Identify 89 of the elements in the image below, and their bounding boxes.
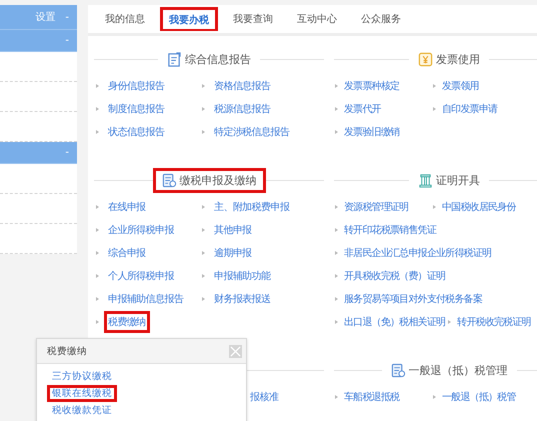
section-heading: 证明开具 [409, 168, 489, 192]
bullet-icon [96, 130, 99, 134]
bullet-icon [433, 394, 436, 398]
bullet-icon [202, 130, 205, 134]
bullet-icon [335, 274, 338, 278]
bullet-icon [335, 84, 338, 88]
service-link[interactable]: 发票领用 [440, 76, 481, 96]
service-link[interactable]: 综合申报 [104, 242, 150, 264]
bullet-icon [335, 106, 338, 110]
service-link[interactable]: 出口退（免）税相关证明 [342, 312, 448, 332]
bullet-icon [335, 228, 338, 232]
bullet-icon [433, 106, 436, 110]
service-link[interactable]: 财务报表报送 [210, 288, 274, 310]
section-heading: 一般退（抵）税管理 [382, 358, 516, 382]
bullet-icon [96, 106, 99, 110]
bullet-icon [96, 84, 99, 88]
service-link[interactable]: 一般退（抵）税管 [440, 386, 518, 406]
service-link[interactable]: 报核准 [246, 386, 282, 408]
bullet-icon [433, 204, 436, 208]
service-link[interactable]: 状态信息报告 [104, 120, 168, 142]
service-link[interactable]: 转开税收完税证明 [455, 312, 533, 332]
service-link[interactable]: 税源信息报告 [210, 98, 274, 120]
service-link[interactable]: 制度信息报告 [104, 98, 168, 120]
bullet-icon [335, 250, 338, 254]
tab[interactable]: 我要办税 [160, 7, 218, 31]
service-link[interactable]: 身份信息报告 [104, 74, 168, 96]
service-link[interactable]: 特定涉税信息报告 [210, 120, 294, 142]
service-link[interactable]: 企业所得税申报 [104, 218, 178, 240]
popup-link[interactable]: 三方协议缴税 [47, 368, 117, 385]
service-link[interactable]: 个人所得税申报 [104, 264, 178, 286]
bullet-icon [335, 320, 338, 324]
bullet-icon [96, 250, 99, 254]
bullet-icon [433, 84, 436, 88]
bullet-icon [96, 320, 99, 324]
service-link[interactable]: 发票代开 [342, 98, 383, 118]
service-link[interactable]: 服务贸易等项目对外支付税务备案 [342, 288, 484, 308]
bullet-icon [202, 296, 205, 300]
bullet-icon [202, 106, 205, 110]
service-link[interactable]: 其他申报 [210, 218, 256, 240]
service-link[interactable]: 车船税退抵税 [342, 386, 402, 406]
yen-icon [418, 52, 433, 66]
bullet-icon [335, 130, 338, 134]
sidebar-group-header[interactable]: - [0, 30, 77, 52]
service-link[interactable]: 逾期申报 [210, 242, 256, 264]
close-icon [230, 346, 241, 356]
bullet-icon [202, 84, 205, 88]
bullet-icon [202, 274, 205, 278]
form-icon [162, 172, 176, 188]
bullet-icon [202, 250, 205, 254]
tab[interactable]: 公众服务 [352, 7, 410, 31]
section-heading: 缴税申报及缴纳 [152, 168, 266, 192]
section-heading: 综合信息报告 [158, 46, 260, 72]
service-link[interactable]: 税费缴纳 [104, 310, 150, 332]
bullet-icon [335, 394, 338, 398]
service-link[interactable]: 申报辅助功能 [210, 264, 274, 286]
service-link[interactable]: 申报辅助信息报告 [104, 288, 188, 310]
section-heading: 发票使用 [409, 46, 489, 72]
bullet-icon [96, 228, 99, 232]
close-button[interactable] [229, 344, 242, 358]
bullet-icon [335, 296, 338, 300]
sidebar-group-header[interactable]: 设置 - [0, 5, 77, 30]
bullet-icon [335, 204, 338, 208]
service-link[interactable]: 资格信息报告 [210, 74, 274, 96]
document-icon [167, 52, 182, 66]
tab[interactable]: 我的信息 [96, 7, 154, 31]
service-link[interactable]: 自印发票申请 [440, 98, 500, 118]
bullet-icon [202, 228, 205, 232]
service-link[interactable]: 资源税管理证明 [342, 196, 410, 216]
tab[interactable]: 我要查询 [224, 7, 282, 31]
service-link[interactable]: 发票验旧缴销 [342, 122, 402, 142]
service-link[interactable]: 在线申报 [104, 196, 150, 218]
tab[interactable]: 互动中心 [288, 7, 346, 31]
bullet-icon [202, 204, 205, 208]
sidebar-group-header[interactable]: - [0, 142, 77, 164]
popup-title: 税费缴纳 [47, 344, 87, 358]
bullet-icon [448, 320, 452, 324]
bullet-icon [96, 296, 99, 300]
bullet-icon [96, 204, 99, 208]
service-link[interactable]: 开具税收完税（费）证明 [342, 266, 448, 286]
service-link[interactable]: 主、附加税费申报 [210, 196, 294, 218]
popup-link[interactable]: 银联在线缴税 [47, 385, 117, 402]
bullet-icon [96, 274, 99, 278]
service-link[interactable]: 发票票种核定 [342, 76, 402, 96]
service-link[interactable]: 中国税收居民身份 [440, 196, 518, 216]
service-link[interactable]: 非居民企业汇总申报企业所得税证明 [342, 242, 494, 262]
pillar-icon [418, 172, 433, 188]
service-link[interactable]: 转开印花税票销售凭证 [342, 220, 438, 240]
popup-link[interactable]: 税收缴款凭证 [47, 402, 117, 419]
form-icon [390, 362, 406, 378]
